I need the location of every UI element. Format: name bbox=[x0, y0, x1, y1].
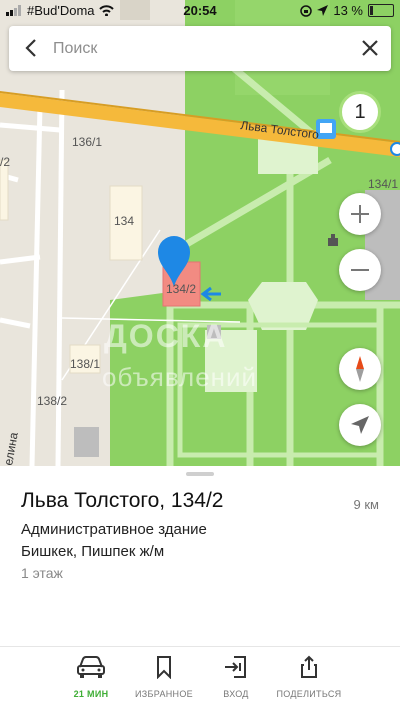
place-floors: 1 этаж bbox=[21, 565, 63, 581]
entrance-tab[interactable]: ВХОД bbox=[196, 655, 276, 707]
label-134-2: 134/2 bbox=[166, 282, 196, 296]
bookmark-icon bbox=[157, 656, 171, 679]
tab-label: ПОДЕЛИТЬСЯ bbox=[276, 689, 342, 699]
car-icon bbox=[77, 656, 105, 678]
battery-percent: 13 % bbox=[333, 3, 363, 18]
search-input[interactable] bbox=[51, 34, 345, 64]
search-bar bbox=[9, 26, 391, 71]
sheet-handle[interactable] bbox=[186, 472, 214, 476]
zoom-out-button[interactable] bbox=[339, 249, 381, 291]
street-label-left: елина bbox=[1, 431, 21, 466]
action-bar: 21 МИН ИЗБРАННОЕ ВХОД ПОДЕЛИТЬСЯ bbox=[0, 646, 400, 712]
compass-icon bbox=[356, 356, 364, 382]
place-type: Административное здание bbox=[21, 521, 207, 538]
building-gray-1 bbox=[74, 427, 99, 457]
minus-icon bbox=[351, 269, 369, 271]
rotation-lock-icon bbox=[300, 4, 313, 17]
zoom-in-button[interactable] bbox=[339, 193, 381, 235]
my-location-button[interactable] bbox=[339, 404, 381, 446]
navigation-arrow-icon bbox=[351, 416, 369, 434]
plus-icon bbox=[351, 205, 369, 223]
place-title: Льва Толстого, 134/2 bbox=[21, 489, 224, 512]
zoom-level-badge[interactable]: 1 bbox=[339, 91, 381, 133]
share-icon bbox=[301, 655, 317, 678]
tab-label: ВХОД bbox=[223, 689, 249, 699]
status-bar: #Bud'Doma 20:54 13 % bbox=[0, 0, 400, 22]
tab-label: 21 МИН bbox=[73, 689, 109, 699]
back-arrow-icon[interactable] bbox=[21, 37, 43, 59]
share-tab[interactable]: ПОДЕЛИТЬСЯ bbox=[269, 655, 349, 707]
close-icon[interactable] bbox=[359, 37, 381, 59]
label-138-1: 138/1 bbox=[70, 357, 100, 371]
route-tab[interactable]: 21 МИН bbox=[51, 655, 131, 707]
label-2-left: /2 bbox=[0, 155, 10, 169]
watermark-bottom: объявлений bbox=[102, 362, 258, 392]
label-136-1: 136/1 bbox=[72, 135, 102, 149]
compass-button[interactable] bbox=[339, 348, 381, 390]
watermark-top: ДОСКА bbox=[104, 318, 228, 354]
battery-icon bbox=[368, 4, 394, 17]
label-134: 134 bbox=[114, 214, 134, 228]
favorites-tab[interactable]: ИЗБРАННОЕ bbox=[124, 655, 204, 707]
distance-label: 9 км bbox=[353, 497, 379, 512]
label-138-2: 138/2 bbox=[37, 394, 67, 408]
label-134-1: 134/1 bbox=[368, 177, 398, 191]
place-address: Бишкек, Пишпек ж/м bbox=[21, 543, 165, 560]
tab-label: ИЗБРАННОЕ bbox=[135, 689, 193, 699]
entrance-icon bbox=[225, 656, 246, 678]
side-streets bbox=[0, 89, 65, 466]
location-arrow-icon bbox=[317, 5, 329, 16]
place-card[interactable]: Льва Толстого, 134/2 9 км Административн… bbox=[0, 466, 400, 646]
